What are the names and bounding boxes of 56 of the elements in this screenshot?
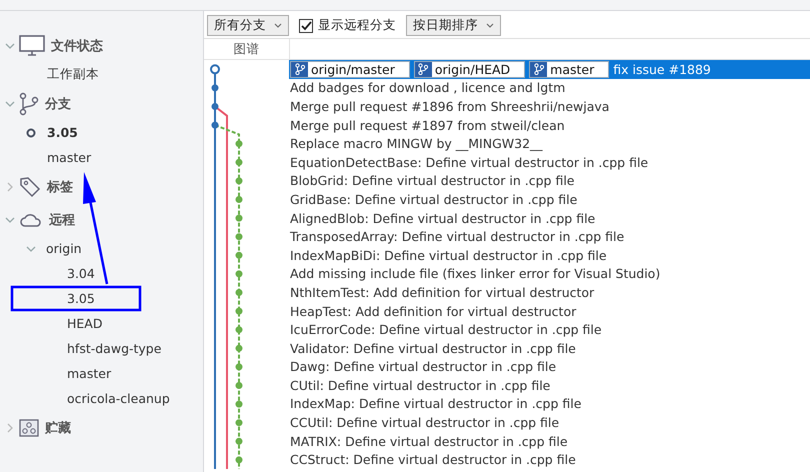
commit-message[interactable]: Merge pull request #1897 from stweil/clean (290, 118, 565, 133)
commit-message[interactable]: Validator: Define virtual destructor in .cpp file (290, 340, 576, 356)
remote-branch[interactable]: hfst-dawg-type (67, 341, 162, 356)
commit-message[interactable]: GridBase: Define virtual destructor in .cpp file (290, 192, 578, 207)
caret-icon (486, 22, 494, 28)
section-header[interactable]: 分支 (45, 94, 71, 112)
commit-message[interactable]: NthItemTest: Add definition for virtual destructor (290, 284, 594, 300)
commit-message[interactable]: IndexMap: Define virtual destructor in .cpp file (290, 396, 582, 412)
commit-message[interactable]: CCStruct: Define virtual destructor in .cpp file (290, 452, 576, 468)
selected-row[interactable]: origin/master origin/HEAD master fix issue #1889 (289, 60, 810, 79)
commit-message[interactable]: TransposedArray: Define virtual destructor in .cpp file (290, 229, 624, 244)
dropdown[interactable]: 所有分支 (207, 15, 289, 36)
commit-message[interactable]: BlobGrid: Define virtual destructor in .cpp file (290, 173, 574, 188)
remote-branch[interactable]: HEAD (67, 316, 102, 331)
commit-message[interactable]: Dawg: Define virtual destructor in .cpp file (290, 359, 556, 374)
commit-message[interactable]: Add badges for download , licence and lgtm (290, 80, 566, 96)
commit-message[interactable]: CUtil: Define virtual destructor in .cpp file (290, 378, 550, 393)
commit-message[interactable]: EquationDetectBase: Define virtual destructor in .cpp file (290, 154, 648, 170)
commit-message[interactable]: IndexMapBiDi: Define virtual destructor in .cpp file (290, 248, 607, 263)
commit-message[interactable]: fix issue #1889 (613, 62, 711, 77)
commit-message[interactable]: Add missing include file (fixes linker error for Visual Studio) (290, 266, 660, 282)
column-header[interactable]: 图谱 (204, 39, 290, 59)
remote-branch[interactable]: ocricola-cleanup (67, 391, 170, 406)
section-header[interactable]: 标签 (47, 178, 73, 196)
section-header[interactable]: 贮藏 (45, 418, 71, 436)
commit-message[interactable]: AlignedBlob: Define virtual destructor in .cpp file (290, 210, 596, 226)
commit-message[interactable]: IcuErrorCode: Define virtual destructor in .cpp file (290, 322, 602, 338)
commit-message[interactable]: Merge pull request #1896 from Shreeshrii/newjava (290, 98, 610, 114)
tag-icon (19, 176, 41, 198)
checkbox-label[interactable]: 显示远程分支 (318, 17, 396, 34)
branch-icon (418, 63, 428, 76)
section-header[interactable]: 文件状态 (51, 36, 103, 54)
branch-label: origin/master (290, 60, 410, 78)
monitor-icon (19, 34, 45, 56)
branch-label: master (529, 60, 610, 78)
branch-icon (534, 63, 544, 76)
commit-message[interactable]: MATRIX: Define virtual destructor in .cpp file (290, 434, 568, 449)
caret-icon (274, 22, 282, 28)
branch-icon (19, 92, 39, 116)
stash-icon (19, 418, 39, 436)
branch-label: origin/HEAD (414, 60, 526, 78)
section-header[interactable]: 远程 (49, 210, 75, 228)
remote-branch[interactable]: 3.05 (67, 291, 95, 306)
cloud-icon (19, 212, 43, 228)
dropdown[interactable]: 按日期排序 (406, 15, 501, 36)
commit-message[interactable]: Replace macro MINGW by __MINGW32__ (290, 136, 543, 152)
commit-message[interactable]: HeapTest: Add definition for virtual destructor (290, 304, 576, 319)
remote-name[interactable]: origin (46, 241, 82, 256)
sidebar-item[interactable]: 工作副本 (47, 66, 99, 83)
checkbox[interactable] (299, 18, 313, 32)
remote-branch[interactable]: master (67, 366, 112, 381)
sidebar-item[interactable]: 3.05 (47, 125, 78, 140)
remote-branch[interactable]: 3.04 (67, 266, 95, 281)
branch-icon (294, 63, 304, 76)
commit-message[interactable]: CCUtil: Define virtual destructor in .cpp file (290, 415, 560, 430)
sidebar-item[interactable]: master (47, 150, 92, 165)
